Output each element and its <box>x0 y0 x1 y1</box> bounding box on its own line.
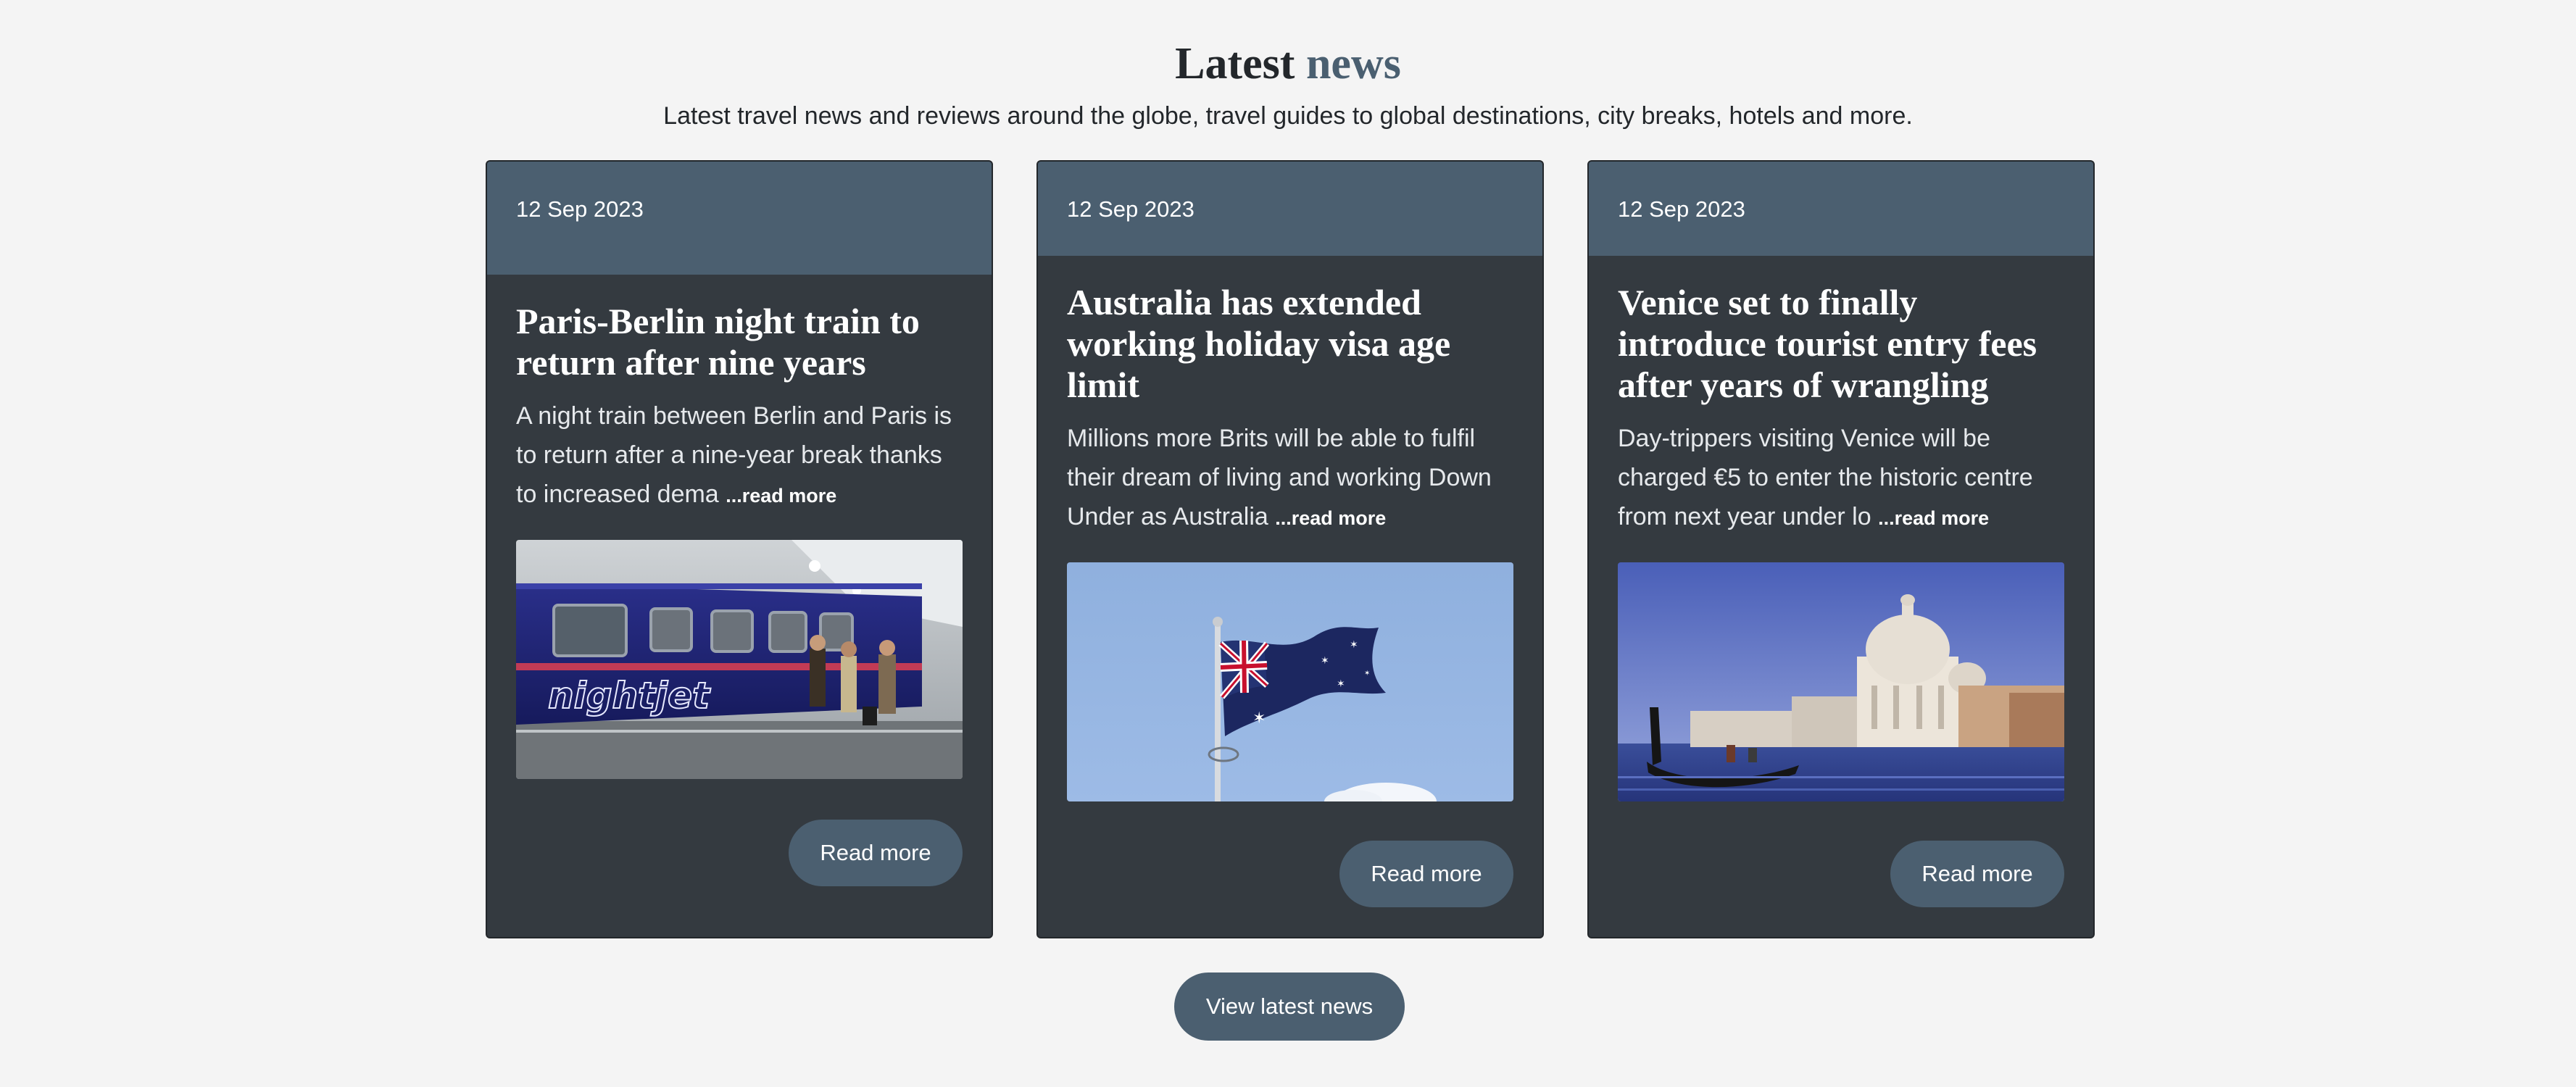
read-more-link[interactable]: ...read more <box>1275 507 1386 529</box>
read-more-button[interactable]: Read more <box>1339 841 1513 907</box>
card-date: 12 Sep 2023 <box>1067 196 1194 222</box>
card-date: 12 Sep 2023 <box>1618 196 1745 222</box>
card-body: Venice set to finally introduce tourist … <box>1589 256 2093 801</box>
train-logo-text: nightjet <box>548 675 711 717</box>
svg-text:✶: ✶ <box>1364 670 1370 678</box>
australian-flag-image: ✶ ✶ ✶ ✶ ✶ <box>1067 562 1513 801</box>
news-card: 12 Sep 2023 Australia has extended worki… <box>1036 160 1544 938</box>
card-excerpt: Millions more Brits will be able to fulf… <box>1067 419 1513 538</box>
card-body: Australia has extended working holiday v… <box>1038 256 1542 801</box>
card-excerpt: A night train between Berlin and Paris i… <box>516 396 963 515</box>
card-header: 12 Sep 2023 <box>1589 162 2093 256</box>
read-more-link[interactable]: ...read more <box>726 485 836 507</box>
read-more-link[interactable]: ...read more <box>1878 507 1989 529</box>
card-body: Paris-Berlin night train to return after… <box>487 275 992 779</box>
card-title: Australia has extended working holiday v… <box>1067 282 1451 405</box>
section-title-accent: news <box>1305 39 1401 88</box>
card-date: 12 Sep 2023 <box>516 196 644 222</box>
latest-news-page: Latest news Latest travel news and revie… <box>0 0 2576 1087</box>
news-card-list: 12 Sep 2023 Paris-Berlin night train to … <box>486 160 2095 938</box>
svg-text:✶: ✶ <box>1337 678 1345 689</box>
read-more-button[interactable]: Read more <box>1890 841 2064 907</box>
night-train-image: nightjet <box>516 540 963 779</box>
read-more-button[interactable]: Read more <box>789 820 963 886</box>
card-header: 12 Sep 2023 <box>1038 162 1542 256</box>
svg-text:✶: ✶ <box>1321 654 1329 666</box>
view-latest-news-button[interactable]: View latest news <box>1174 973 1405 1041</box>
card-excerpt: Day-trippers visiting Venice will be cha… <box>1618 419 2064 538</box>
card-header: 12 Sep 2023 <box>487 162 992 275</box>
section-title: Latest news <box>0 35 2576 93</box>
svg-text:✶: ✶ <box>1350 638 1358 650</box>
section-title-main: Latest <box>1175 39 1295 88</box>
venice-gondola-image <box>1618 562 2064 801</box>
news-card: 12 Sep 2023 Venice set to finally introd… <box>1587 160 2095 938</box>
news-card: 12 Sep 2023 Paris-Berlin night train to … <box>486 160 993 938</box>
section-subtitle: Latest travel news and reviews around th… <box>663 102 1913 130</box>
card-title: Paris-Berlin night train to return after… <box>516 301 920 383</box>
card-title: Venice set to finally introduce tourist … <box>1618 282 2037 405</box>
svg-text:✶: ✶ <box>1252 709 1266 727</box>
